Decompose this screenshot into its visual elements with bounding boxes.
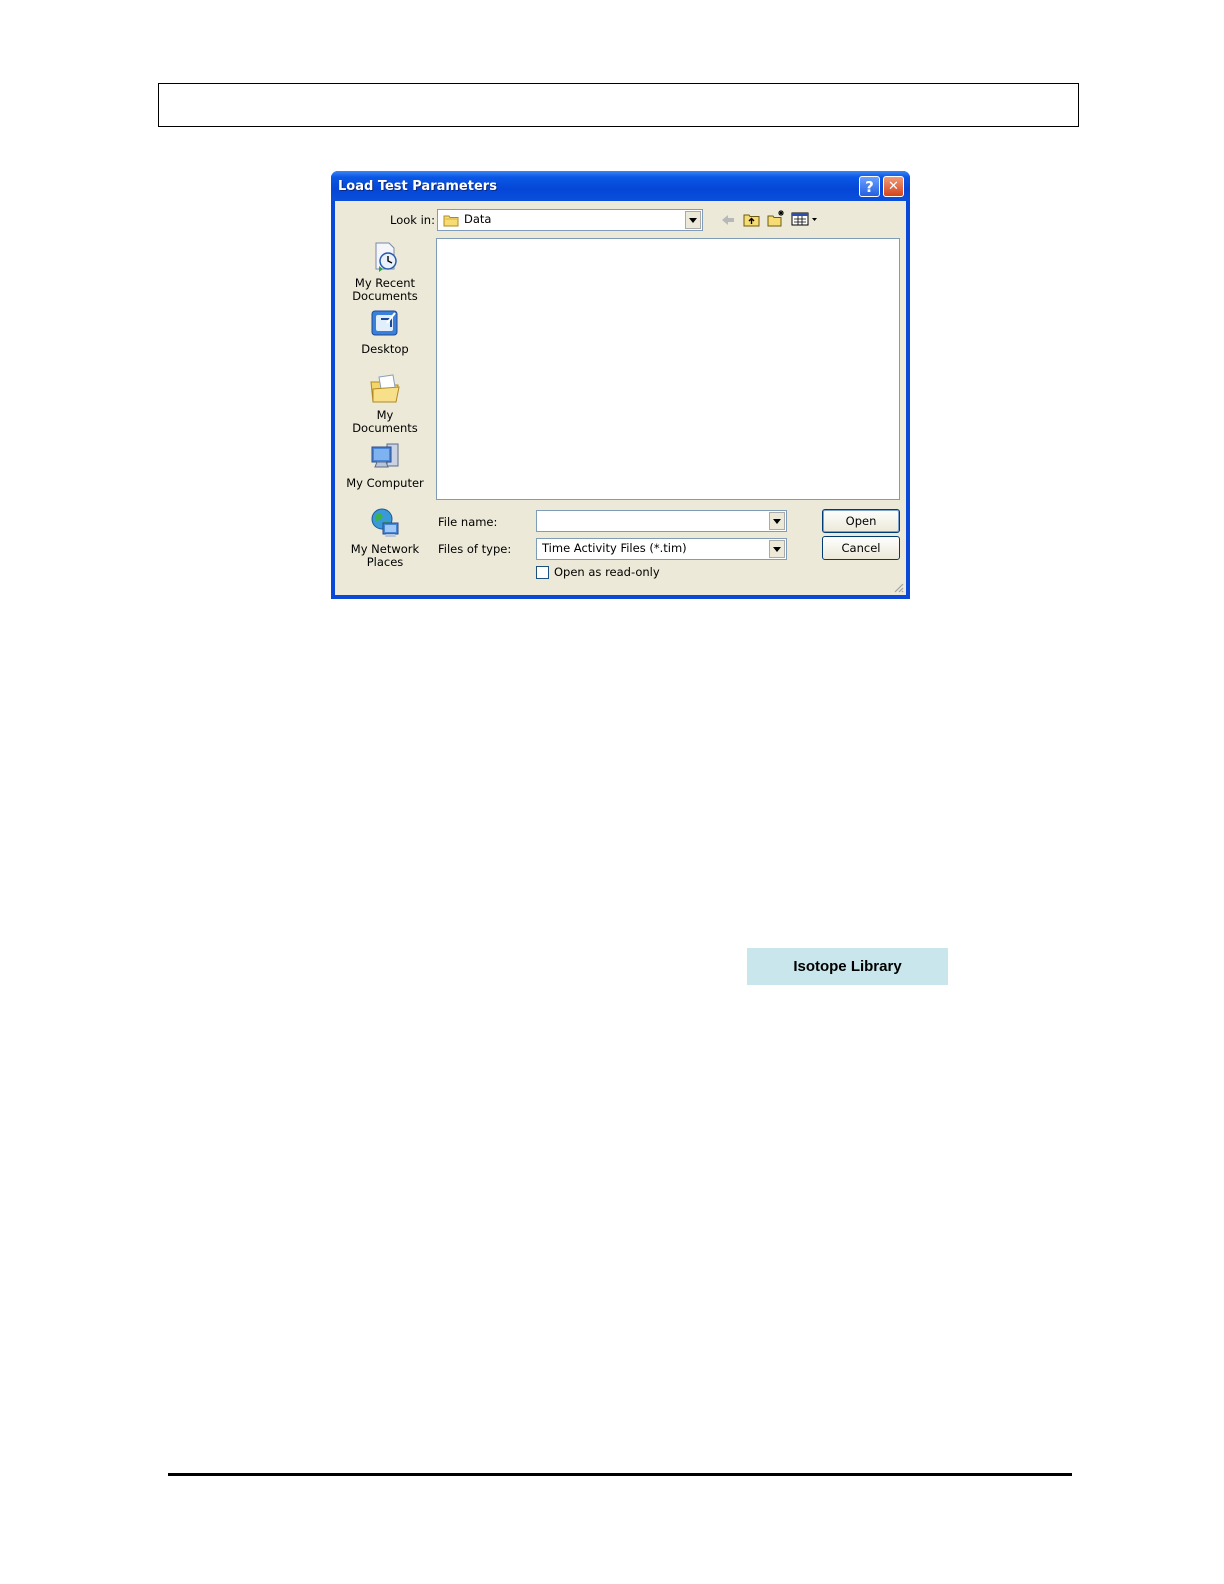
- folder-icon: [443, 215, 459, 227]
- up-folder-icon[interactable]: [743, 211, 761, 227]
- cancel-button[interactable]: Cancel: [822, 536, 900, 560]
- help-button[interactable]: ?: [859, 176, 880, 197]
- read-only-checkbox[interactable]: [536, 566, 549, 579]
- look-in-combo[interactable]: Data: [437, 209, 703, 231]
- chevron-down-icon: [773, 546, 781, 552]
- places-label: My Network Places: [350, 542, 420, 569]
- chevron-down-icon: [773, 518, 781, 524]
- places-label: My Computer: [346, 476, 424, 490]
- resize-grip-icon[interactable]: [892, 581, 904, 593]
- files-of-type-value: Time Activity Files (*.tim): [542, 541, 687, 555]
- open-button-label: Open: [845, 514, 877, 528]
- look-in-dropdown-arrow[interactable]: [685, 211, 701, 229]
- close-icon: ✕: [888, 179, 899, 194]
- cancel-button-label: Cancel: [841, 541, 881, 555]
- file-list-view[interactable]: [436, 238, 900, 500]
- open-button[interactable]: Open: [822, 509, 900, 533]
- close-button[interactable]: ✕: [883, 176, 904, 197]
- my-documents-icon: [370, 374, 400, 403]
- dialog-client-area: Look in: Data My Recent Documents Deskto…: [335, 201, 906, 595]
- back-icon[interactable]: [720, 212, 736, 228]
- look-in-label: Look in:: [390, 213, 435, 227]
- places-my-documents[interactable]: My Documents: [343, 373, 427, 435]
- isotope-library-button[interactable]: Isotope Library: [747, 948, 948, 985]
- read-only-label[interactable]: Open as read-only: [554, 565, 660, 579]
- places-my-recent-documents[interactable]: My Recent Documents: [343, 241, 427, 303]
- file-name-input[interactable]: [536, 510, 787, 532]
- recent-documents-icon: [375, 242, 397, 272]
- title-bar[interactable]: Load Test Parameters ? ✕: [331, 171, 910, 201]
- chevron-down-icon: [689, 217, 697, 223]
- file-name-dropdown-arrow[interactable]: [769, 512, 785, 530]
- my-computer-icon: [371, 443, 399, 468]
- help-icon: ?: [865, 177, 874, 196]
- desktop-icon: [371, 310, 398, 336]
- files-of-type-label: Files of type:: [438, 542, 512, 556]
- places-desktop[interactable]: Desktop: [343, 307, 427, 356]
- dialog-title: Load Test Parameters: [338, 179, 497, 194]
- isotope-library-label: Isotope Library: [793, 958, 902, 975]
- file-name-label: File name:: [438, 515, 498, 529]
- places-my-network-places[interactable]: My Network Places: [343, 507, 427, 569]
- page-header-box: [158, 83, 1079, 127]
- places-label: My Recent Documents: [352, 276, 418, 303]
- look-in-value: Data: [464, 212, 492, 226]
- load-test-parameters-dialog: Load Test Parameters ? ✕ Look in: Data M…: [331, 171, 910, 599]
- places-my-computer[interactable]: My Computer: [343, 441, 427, 490]
- files-of-type-dropdown-arrow[interactable]: [769, 540, 785, 558]
- network-places-icon: [371, 508, 399, 537]
- places-label: Desktop: [361, 342, 409, 356]
- new-folder-icon[interactable]: [767, 209, 785, 227]
- places-label: My Documents: [352, 408, 418, 435]
- page-footer-rule: [168, 1473, 1072, 1476]
- view-menu-icon[interactable]: [791, 211, 819, 227]
- files-of-type-select[interactable]: Time Activity Files (*.tim): [536, 538, 787, 560]
